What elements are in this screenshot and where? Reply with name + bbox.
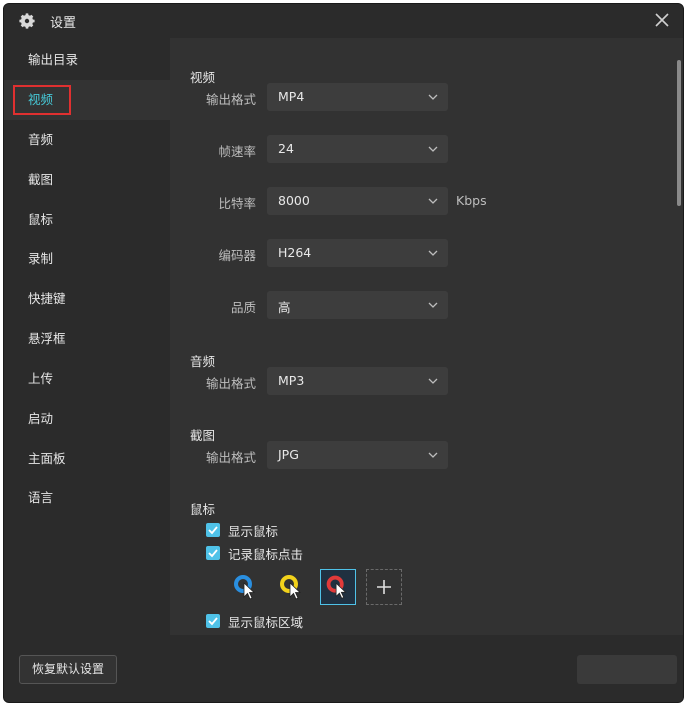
record-clicks-checkbox[interactable] bbox=[206, 546, 220, 560]
sidebar-item-language[interactable]: 语言 bbox=[4, 478, 170, 518]
sidebar-item-record[interactable]: 录制 bbox=[4, 239, 170, 279]
chevron-down-icon bbox=[428, 378, 438, 384]
screenshot-format-value: JPG bbox=[278, 447, 299, 462]
settings-content: 视频 输出格式 MP4 帧速率 24 比特率 8000 Kbps 编码器 H26… bbox=[170, 38, 683, 635]
sidebar-item-hotkeys[interactable]: 快捷键 bbox=[4, 279, 170, 319]
quality-value: 高 bbox=[278, 300, 291, 315]
red-click-cursor-icon bbox=[326, 575, 347, 599]
audio-section-title: 音频 bbox=[190, 354, 216, 369]
chevron-down-icon bbox=[428, 452, 438, 458]
quality-label: 品质 bbox=[230, 300, 256, 315]
chevron-down-icon bbox=[428, 302, 438, 308]
sidebar-item-screenshot[interactable]: 截图 bbox=[4, 160, 170, 200]
chevron-down-icon bbox=[428, 146, 438, 152]
fps-value: 24 bbox=[278, 141, 294, 156]
plus-icon bbox=[377, 580, 391, 594]
restore-defaults-button[interactable]: 恢复默认设置 bbox=[19, 655, 117, 684]
sidebar-item-audio[interactable]: 音频 bbox=[4, 120, 170, 160]
encoder-label: 编码器 bbox=[218, 248, 256, 263]
footer-action-button[interactable] bbox=[577, 655, 677, 684]
checkmark-icon bbox=[208, 549, 218, 558]
close-icon[interactable] bbox=[653, 11, 671, 29]
video-format-label: 输出格式 bbox=[205, 92, 256, 107]
video-section-title: 视频 bbox=[190, 70, 216, 85]
sidebar-item-startup[interactable]: 启动 bbox=[4, 399, 170, 439]
screenshot-format-label: 输出格式 bbox=[205, 450, 256, 465]
sidebar-item-video[interactable]: 视频 bbox=[4, 80, 170, 120]
chevron-down-icon bbox=[428, 94, 438, 100]
bitrate-value: 8000 bbox=[278, 193, 310, 208]
cursor-style-blue[interactable] bbox=[228, 569, 264, 605]
quality-select[interactable]: 高 bbox=[267, 291, 448, 319]
chevron-down-icon bbox=[428, 250, 438, 256]
show-cursor-label: 显示鼠标 bbox=[228, 523, 279, 539]
cursor-style-red[interactable] bbox=[320, 569, 356, 605]
show-cursor-checkbox-row[interactable]: 显示鼠标 bbox=[206, 521, 278, 539]
audio-format-label: 输出格式 bbox=[205, 376, 256, 391]
screenshot-section-title: 截图 bbox=[190, 428, 216, 443]
video-format-value: MP4 bbox=[278, 89, 305, 104]
add-cursor-style-button[interactable] bbox=[366, 569, 402, 605]
title-bar: 设置 bbox=[4, 4, 683, 37]
chevron-down-icon bbox=[428, 198, 438, 204]
show-cursor-checkbox[interactable] bbox=[206, 523, 220, 537]
record-clicks-label: 记录鼠标点击 bbox=[228, 546, 304, 562]
blue-click-cursor-icon bbox=[234, 575, 256, 600]
bitrate-select[interactable]: 8000 bbox=[267, 187, 448, 215]
record-clicks-checkbox-row[interactable]: 记录鼠标点击 bbox=[206, 544, 303, 562]
settings-window: 设置 输出目录 视频 音频 截图 鼠标 录制 快捷键 悬浮框 上传 启动 主面板… bbox=[3, 3, 684, 703]
bitrate-unit: Kbps bbox=[456, 193, 487, 208]
show-region-checkbox-row[interactable]: 显示鼠标区域 bbox=[206, 612, 303, 630]
settings-sidebar: 输出目录 视频 音频 截图 鼠标 录制 快捷键 悬浮框 上传 启动 主面板 语言 bbox=[4, 38, 170, 635]
scrollbar-thumb[interactable] bbox=[677, 60, 681, 206]
checkmark-icon bbox=[208, 617, 218, 626]
yellow-click-cursor-icon bbox=[280, 575, 302, 600]
mouse-section-title: 鼠标 bbox=[190, 502, 216, 517]
encoder-select[interactable]: H264 bbox=[267, 239, 448, 267]
encoder-value: H264 bbox=[278, 245, 312, 260]
audio-format-value: MP3 bbox=[278, 373, 305, 388]
fps-select[interactable]: 24 bbox=[267, 135, 448, 163]
sidebar-item-mouse[interactable]: 鼠标 bbox=[4, 200, 170, 240]
screenshot-format-select[interactable]: JPG bbox=[267, 441, 448, 469]
sidebar-item-main-panel[interactable]: 主面板 bbox=[4, 439, 170, 479]
sidebar-item-output-dir[interactable]: 输出目录 bbox=[4, 40, 170, 80]
bitrate-label: 比特率 bbox=[218, 196, 256, 211]
video-format-select[interactable]: MP4 bbox=[267, 83, 448, 111]
audio-format-select[interactable]: MP3 bbox=[267, 367, 448, 395]
fps-label: 帧速率 bbox=[218, 144, 256, 159]
sidebar-item-upload[interactable]: 上传 bbox=[4, 359, 170, 399]
checkmark-icon bbox=[208, 526, 218, 535]
window-title: 设置 bbox=[50, 16, 77, 31]
footer-bar: 恢复默认设置 bbox=[4, 635, 683, 702]
sidebar-item-float-box[interactable]: 悬浮框 bbox=[4, 319, 170, 359]
show-region-label: 显示鼠标区域 bbox=[228, 614, 304, 630]
show-region-checkbox[interactable] bbox=[206, 614, 220, 628]
cursor-style-yellow[interactable] bbox=[274, 569, 310, 605]
gear-icon bbox=[19, 13, 35, 29]
